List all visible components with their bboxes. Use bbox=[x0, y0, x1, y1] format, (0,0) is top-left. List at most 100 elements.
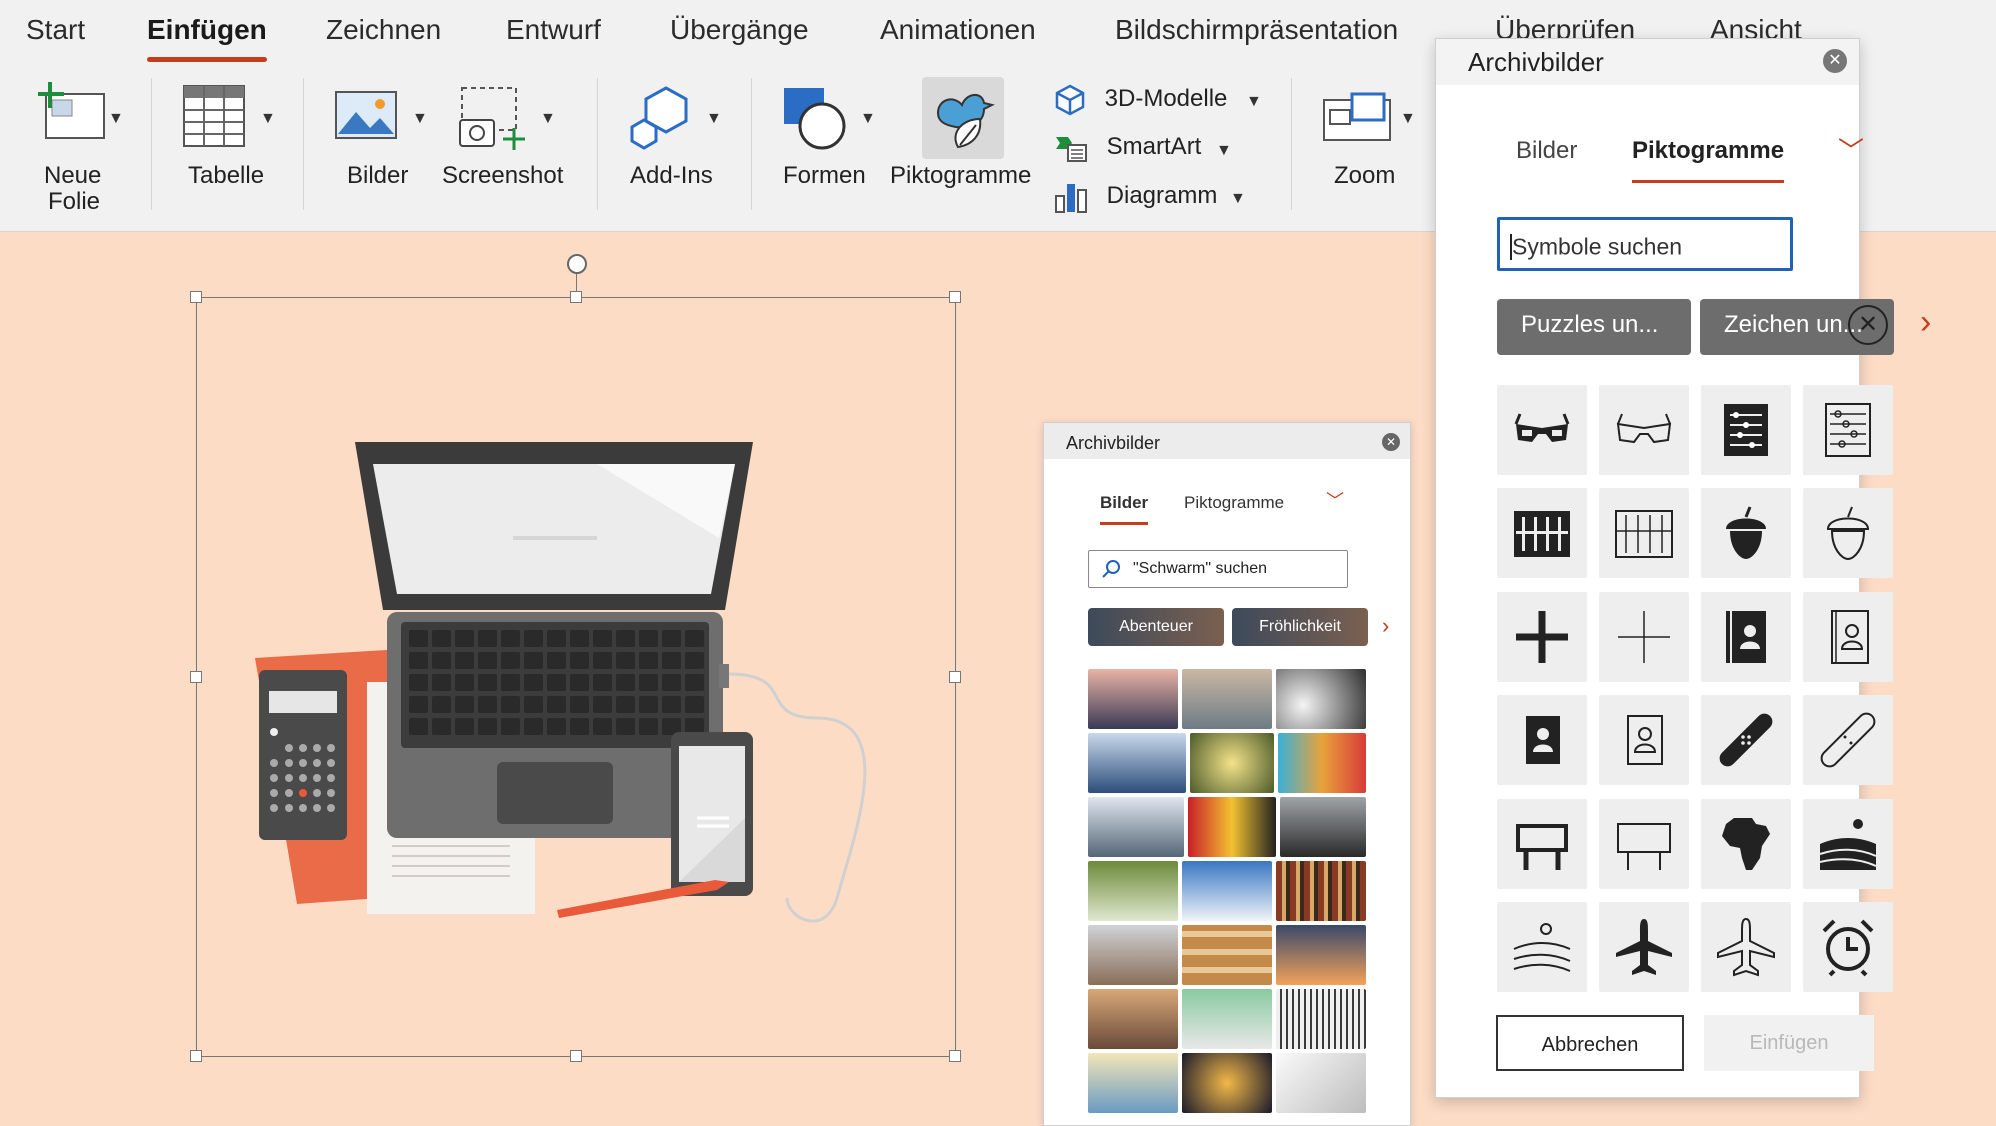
stock-image[interactable] bbox=[1182, 861, 1272, 921]
plus-outline-icon[interactable] bbox=[1599, 592, 1689, 682]
tab-einfuegen[interactable]: Einfügen bbox=[147, 14, 267, 62]
table-button[interactable] bbox=[182, 84, 246, 155]
abacus-outline-icon[interactable] bbox=[1803, 385, 1893, 475]
search-input[interactable]: Symbole suchen bbox=[1497, 217, 1793, 271]
tab-animationen[interactable]: Animationen bbox=[880, 14, 1036, 46]
resize-handle-s[interactable] bbox=[570, 1050, 582, 1062]
resize-handle-nw[interactable] bbox=[190, 291, 202, 303]
resize-handle-ne[interactable] bbox=[949, 291, 961, 303]
3d-glasses-outline-icon[interactable] bbox=[1599, 385, 1689, 475]
stock-image[interactable] bbox=[1088, 861, 1178, 921]
rotate-handle[interactable] bbox=[567, 254, 587, 274]
shapes-button[interactable] bbox=[782, 84, 848, 159]
farm-outline-icon[interactable] bbox=[1497, 902, 1587, 992]
contact-book-outline-icon[interactable] bbox=[1599, 695, 1689, 785]
close-icon[interactable]: ✕ bbox=[1823, 49, 1847, 73]
chevron-right-icon[interactable]: › bbox=[1382, 613, 1389, 639]
acorn-outline-icon[interactable] bbox=[1803, 488, 1893, 578]
table-chevron-down-icon[interactable]: ▼ bbox=[260, 110, 276, 128]
billboard-outline-icon[interactable] bbox=[1599, 799, 1689, 889]
new-slide-chevron-down-icon[interactable]: ▼ bbox=[108, 110, 124, 128]
tab-zeichnen[interactable]: Zeichnen bbox=[326, 14, 441, 46]
stock-image[interactable] bbox=[1182, 989, 1272, 1049]
3d-models-button[interactable]: 3D-Modelle bbox=[1054, 84, 1227, 116]
zoom-chevron-down-icon[interactable]: ▼ bbox=[1400, 110, 1416, 128]
screenshot-chevron-down-icon[interactable]: ▼ bbox=[540, 110, 556, 128]
bandage-filled-icon[interactable] bbox=[1701, 695, 1791, 785]
farm-filled-icon[interactable] bbox=[1803, 799, 1893, 889]
abacus2-filled-icon[interactable] bbox=[1497, 488, 1587, 578]
screenshot-button[interactable] bbox=[458, 84, 528, 159]
stock-image[interactable] bbox=[1088, 797, 1184, 857]
stock-image[interactable] bbox=[1088, 733, 1186, 793]
resize-handle-w[interactable] bbox=[190, 671, 202, 683]
bandage-outline-icon[interactable] bbox=[1803, 695, 1893, 785]
tab-entwurf[interactable]: Entwurf bbox=[506, 14, 601, 46]
airplane-filled-icon[interactable] bbox=[1599, 902, 1689, 992]
selected-illustration[interactable] bbox=[190, 291, 961, 1062]
stock-image[interactable] bbox=[1280, 797, 1366, 857]
resize-handle-n[interactable] bbox=[570, 291, 582, 303]
close-icon[interactable]: ✕ bbox=[1848, 305, 1888, 345]
stock-image[interactable] bbox=[1182, 925, 1272, 985]
tab-piktogramme[interactable]: Piktogramme bbox=[1184, 493, 1284, 513]
resize-handle-sw[interactable] bbox=[190, 1050, 202, 1062]
chevron-down-icon[interactable]: ﹀ bbox=[1326, 487, 1344, 513]
chart-button[interactable]: Diagramm bbox=[1054, 180, 1217, 214]
stock-image[interactable] bbox=[1088, 1053, 1178, 1113]
tab-bilder[interactable]: Bilder bbox=[1516, 137, 1577, 165]
stock-image[interactable] bbox=[1088, 925, 1178, 985]
abacus2-outline-icon[interactable] bbox=[1599, 488, 1689, 578]
chart-chevron-down-icon[interactable]: ▼ bbox=[1230, 190, 1246, 208]
tab-uebergaenge[interactable]: Übergänge bbox=[670, 14, 809, 46]
stock-image[interactable] bbox=[1188, 797, 1276, 857]
add-ins-chevron-down-icon[interactable]: ▼ bbox=[706, 110, 722, 128]
search-input[interactable]: "Schwarm" suchen bbox=[1088, 550, 1348, 588]
tab-bildschirmpraesentation[interactable]: Bildschirmpräsentation bbox=[1115, 14, 1398, 46]
chip-froehlichkeit[interactable]: Fröhlichkeit bbox=[1232, 608, 1368, 646]
address-book-filled-icon[interactable] bbox=[1701, 592, 1791, 682]
abacus-filled-icon[interactable] bbox=[1701, 385, 1791, 475]
smartart-chevron-down-icon[interactable]: ▼ bbox=[1216, 142, 1232, 160]
stock-image[interactable] bbox=[1190, 733, 1274, 793]
stock-image[interactable] bbox=[1088, 989, 1178, 1049]
stock-image[interactable] bbox=[1088, 669, 1178, 729]
add-ins-button[interactable] bbox=[628, 84, 694, 157]
plus-filled-icon[interactable] bbox=[1497, 592, 1587, 682]
tab-start[interactable]: Start bbox=[26, 14, 85, 46]
insert-button[interactable]: Einfügen bbox=[1704, 1015, 1874, 1071]
billboard-filled-icon[interactable] bbox=[1497, 799, 1587, 889]
stock-image[interactable] bbox=[1276, 669, 1366, 729]
resize-handle-e[interactable] bbox=[949, 671, 961, 683]
chip-abenteuer[interactable]: Abenteuer bbox=[1088, 608, 1224, 646]
3d-models-chevron-down-icon[interactable]: ▼ bbox=[1246, 93, 1262, 111]
chevron-right-icon[interactable]: › bbox=[1920, 303, 1931, 342]
contact-book-filled-icon[interactable] bbox=[1497, 695, 1587, 785]
acorn-filled-icon[interactable] bbox=[1701, 488, 1791, 578]
zoom-button[interactable] bbox=[1322, 90, 1392, 149]
shapes-chevron-down-icon[interactable]: ▼ bbox=[860, 110, 876, 128]
chip-puzzles[interactable]: Puzzles un... bbox=[1497, 299, 1691, 355]
tab-bilder[interactable]: Bilder bbox=[1100, 493, 1149, 525]
address-book-outline-icon[interactable] bbox=[1803, 592, 1893, 682]
stock-image[interactable] bbox=[1276, 1053, 1366, 1113]
3d-glasses-filled-icon[interactable] bbox=[1497, 385, 1587, 475]
tab-piktogramme[interactable]: Piktogramme bbox=[1632, 137, 1785, 183]
stock-image[interactable] bbox=[1182, 1053, 1272, 1113]
alarm-clock-icon[interactable] bbox=[1803, 902, 1893, 992]
pictures-chevron-down-icon[interactable]: ▼ bbox=[412, 110, 428, 128]
stock-image[interactable] bbox=[1276, 925, 1366, 985]
stock-image[interactable] bbox=[1276, 989, 1366, 1049]
cancel-button[interactable]: Abbrechen bbox=[1496, 1015, 1684, 1071]
chip-zeichen[interactable]: Zeichen un... ✕ bbox=[1700, 299, 1894, 355]
chevron-down-icon[interactable]: ﹀ bbox=[1838, 131, 1864, 168]
resize-handle-se[interactable] bbox=[949, 1050, 961, 1062]
pictures-button[interactable] bbox=[334, 90, 398, 149]
stock-image[interactable] bbox=[1278, 733, 1366, 793]
smartart-button[interactable]: SmartArt bbox=[1054, 133, 1201, 163]
stock-image[interactable] bbox=[1276, 861, 1366, 921]
icons-button[interactable] bbox=[922, 77, 1004, 159]
new-slide-button[interactable] bbox=[26, 80, 120, 149]
stock-image[interactable] bbox=[1182, 669, 1272, 729]
africa-icon[interactable] bbox=[1701, 799, 1791, 889]
